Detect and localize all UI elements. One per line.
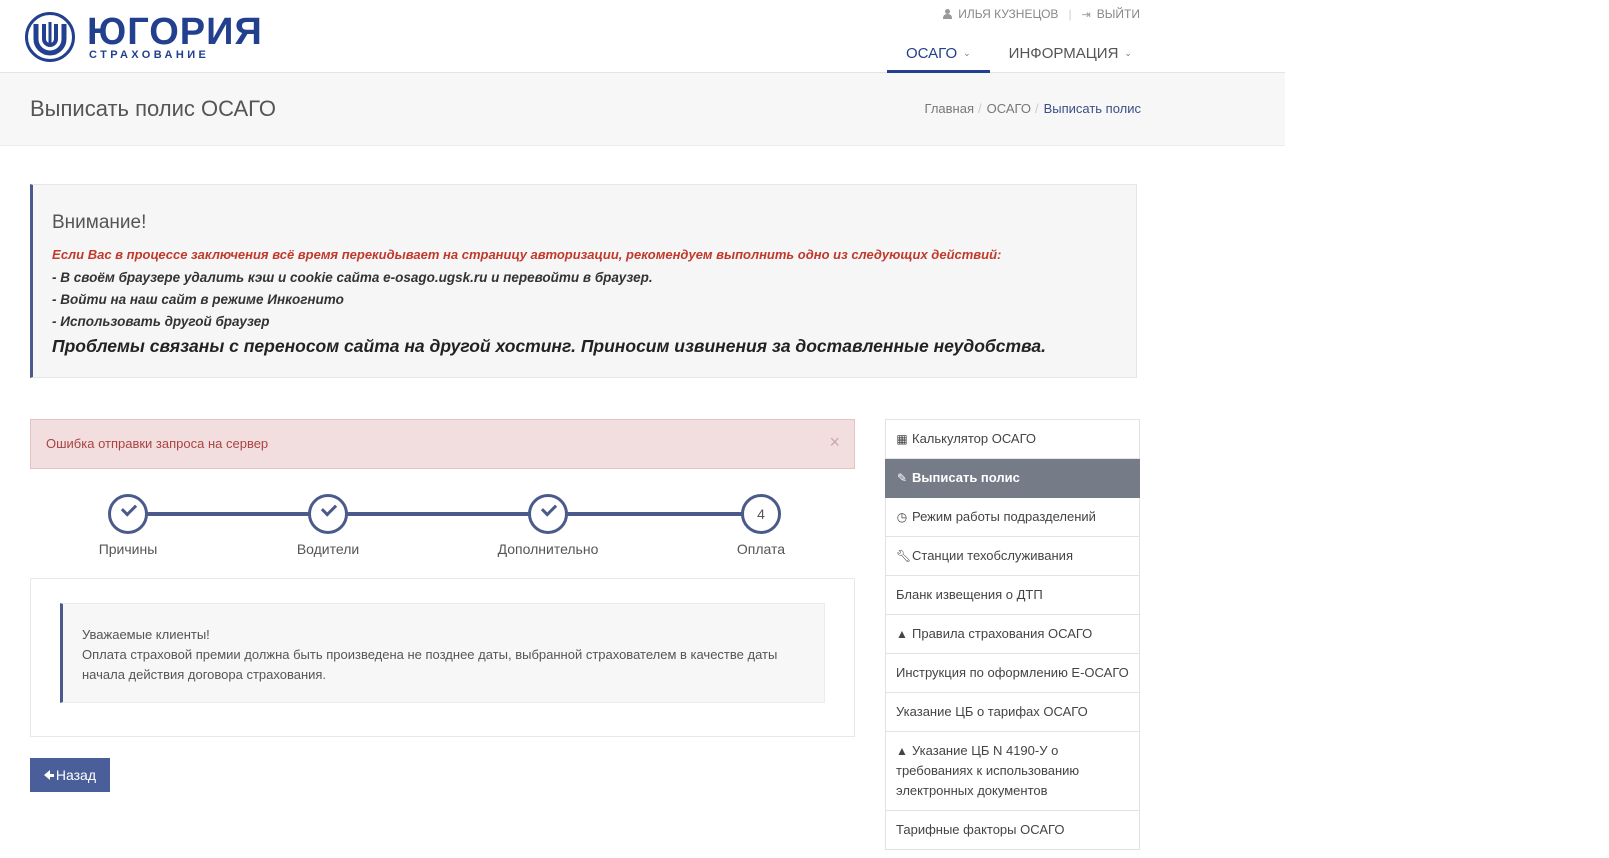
brand-logo[interactable]: ЮГОРИЯ СТРАХОВАНИЕ	[25, 12, 265, 62]
side-item-label: Тарифные факторы ОСАГО	[896, 822, 1065, 837]
step-label: Дополнительно	[497, 541, 599, 557]
side-item-label: Выписать полис	[912, 470, 1020, 485]
site-header: ЮГОРИЯ СТРАХОВАНИЕ ИЛЬЯ КУЗНЕЦОВ | ⇥ ВЫЙ…	[0, 0, 1285, 73]
main-nav: ОСАГО ⌄ ИНФОРМАЦИЯ ⌄	[887, 34, 1151, 73]
brand-name: ЮГОРИЯ	[87, 11, 263, 53]
breadcrumb-current: Выписать полис	[1043, 101, 1141, 116]
side-item-calculator[interactable]: ▦ Калькулятор ОСАГО	[885, 420, 1140, 459]
step-circle	[528, 494, 568, 534]
side-item-tariff-factors[interactable]: Тарифные факторы ОСАГО	[885, 811, 1140, 850]
step-payment: 4 Оплата	[701, 494, 821, 557]
warning-item: - Войти на наш сайт в режиме Инкогнито	[52, 292, 344, 307]
nav-item-information[interactable]: ИНФОРМАЦИЯ ⌄	[990, 34, 1151, 71]
brand-subtitle: СТРАХОВАНИЕ	[89, 49, 210, 61]
side-menu: ▦ Калькулятор ОСАГО ✎ Выписать полис ◷ Режи…	[885, 419, 1140, 850]
page-title-bar: Выписать полис ОСАГО Главная / ОСАГО / Выпис…	[0, 73, 1285, 146]
side-item-accident-form[interactable]: Бланк извещения о ДТП	[885, 576, 1140, 615]
breadcrumb-osago[interactable]: ОСАГО	[987, 101, 1031, 116]
user-bar: ИЛЬЯ КУЗНЕЦОВ | ⇥ ВЫЙТИ	[943, 7, 1140, 21]
warning-box: Внимание! Если Вас в процессе заключения…	[30, 184, 1137, 378]
step-number: 4	[757, 506, 765, 522]
step-label: Причины	[98, 541, 158, 557]
side-item-label: Указание ЦБ о тарифах ОСАГО	[896, 704, 1088, 719]
warning-intro: Если Вас в процессе заключения всё время…	[52, 247, 1002, 262]
warning-item: - Использовать другой браузер	[52, 314, 270, 329]
side-item-label: Режим работы подразделений	[912, 509, 1096, 524]
checkmark-icon	[320, 500, 338, 517]
checkmark-icon	[540, 500, 558, 517]
side-item-label: Инструкция по оформлению Е-ОСАГО	[896, 665, 1129, 680]
error-alert-text: Ошибка отправки запроса на сервер	[46, 436, 269, 451]
nav-item-osago[interactable]: ОСАГО ⌄	[887, 34, 990, 73]
error-alert: Ошибка отправки запроса на сервер ×	[30, 419, 855, 469]
page-title: Выписать полис ОСАГО	[30, 96, 276, 121]
edit-icon: ✎	[896, 471, 908, 485]
breadcrumb-home[interactable]: Главная	[925, 101, 974, 116]
side-item-label: Указание ЦБ N 4190-У о требованиях к исп…	[896, 743, 1080, 798]
payment-panel: Уважаемые клиенты! Оплата страховой прем…	[30, 578, 855, 737]
graduation-cap-icon: ▲	[896, 627, 908, 641]
side-item-rules[interactable]: ▲ Правила страхования ОСАГО	[885, 615, 1140, 654]
chevron-down-icon: ⌄	[963, 48, 971, 58]
warning-title: Внимание!	[52, 212, 147, 233]
side-item-issue-policy[interactable]: ✎ Выписать полис	[885, 459, 1140, 498]
user-icon	[943, 9, 953, 19]
side-item-label: Станции техобслуживания	[912, 548, 1073, 563]
user-bar-divider: |	[1068, 7, 1072, 21]
side-item-cb-tariffs[interactable]: Указание ЦБ о тарифах ОСАГО	[885, 693, 1140, 732]
notice-body: Оплата страховой премии должна быть прои…	[82, 647, 778, 682]
breadcrumb-separator: /	[978, 101, 982, 116]
side-item-label: Калькулятор ОСАГО	[912, 431, 1037, 446]
checkmark-icon	[120, 500, 138, 517]
clock-icon: ◷	[896, 510, 908, 524]
calculator-icon: ▦	[896, 432, 908, 446]
user-name-link[interactable]: ИЛЬЯ КУЗНЕЦОВ	[958, 7, 1058, 21]
breadcrumb: Главная / ОСАГО / Выписать полис	[925, 101, 1141, 116]
wrench-icon: 🔧︎	[896, 549, 912, 563]
side-item-instructions[interactable]: Инструкция по оформлению Е-ОСАГО	[885, 654, 1140, 693]
warning-footer: Проблемы связаны с переносом сайта на др…	[52, 336, 1046, 356]
notice-greeting: Уважаемые клиенты!	[82, 627, 210, 642]
step-additional[interactable]: Дополнительно	[488, 494, 608, 557]
step-drivers[interactable]: Водители	[268, 494, 388, 557]
payment-notice: Уважаемые клиенты! Оплата страховой прем…	[60, 603, 825, 703]
step-circle: 4	[741, 494, 781, 534]
warning-item: - В своём браузере удалить кэш и cookie …	[52, 270, 653, 285]
back-button[interactable]: Назад	[30, 758, 110, 792]
step-reasons[interactable]: Причины	[68, 494, 188, 557]
breadcrumb-separator: /	[1034, 101, 1039, 116]
side-item-label: Правила страхования ОСАГО	[912, 626, 1093, 641]
stepper-track	[128, 512, 761, 516]
side-item-cb-4190[interactable]: ▲ Указание ЦБ N 4190-У о требованиях к ис…	[885, 732, 1140, 811]
logo-mark-icon	[25, 12, 75, 62]
step-label: Оплата	[736, 541, 786, 557]
nav-item-label: ОСАГО	[906, 45, 958, 62]
step-circle	[308, 494, 348, 534]
side-item-service-stations[interactable]: 🔧︎Станции техобслуживания	[885, 537, 1140, 576]
graduation-cap-icon: ▲	[896, 744, 908, 758]
step-circle	[108, 494, 148, 534]
step-label: Водители	[296, 541, 360, 557]
logout-icon: ⇥	[1081, 8, 1091, 21]
progress-stepper: Причины Водители Дополнительно 4 Оплата	[30, 490, 855, 560]
side-item-label: Бланк извещения о ДТП	[896, 587, 1043, 602]
notice-text: Уважаемые клиенты! Оплата страховой прем…	[82, 625, 812, 685]
close-icon[interactable]: ×	[829, 432, 840, 453]
arrow-left-icon	[43, 770, 54, 780]
nav-item-label: ИНФОРМАЦИЯ	[1008, 45, 1119, 62]
logout-link[interactable]: ВЫЙТИ	[1097, 7, 1140, 21]
side-item-work-hours[interactable]: ◷ Режим работы подразделений	[885, 498, 1140, 537]
chevron-down-icon: ⌄	[1124, 48, 1132, 58]
back-button-label: Назад	[55, 767, 96, 783]
